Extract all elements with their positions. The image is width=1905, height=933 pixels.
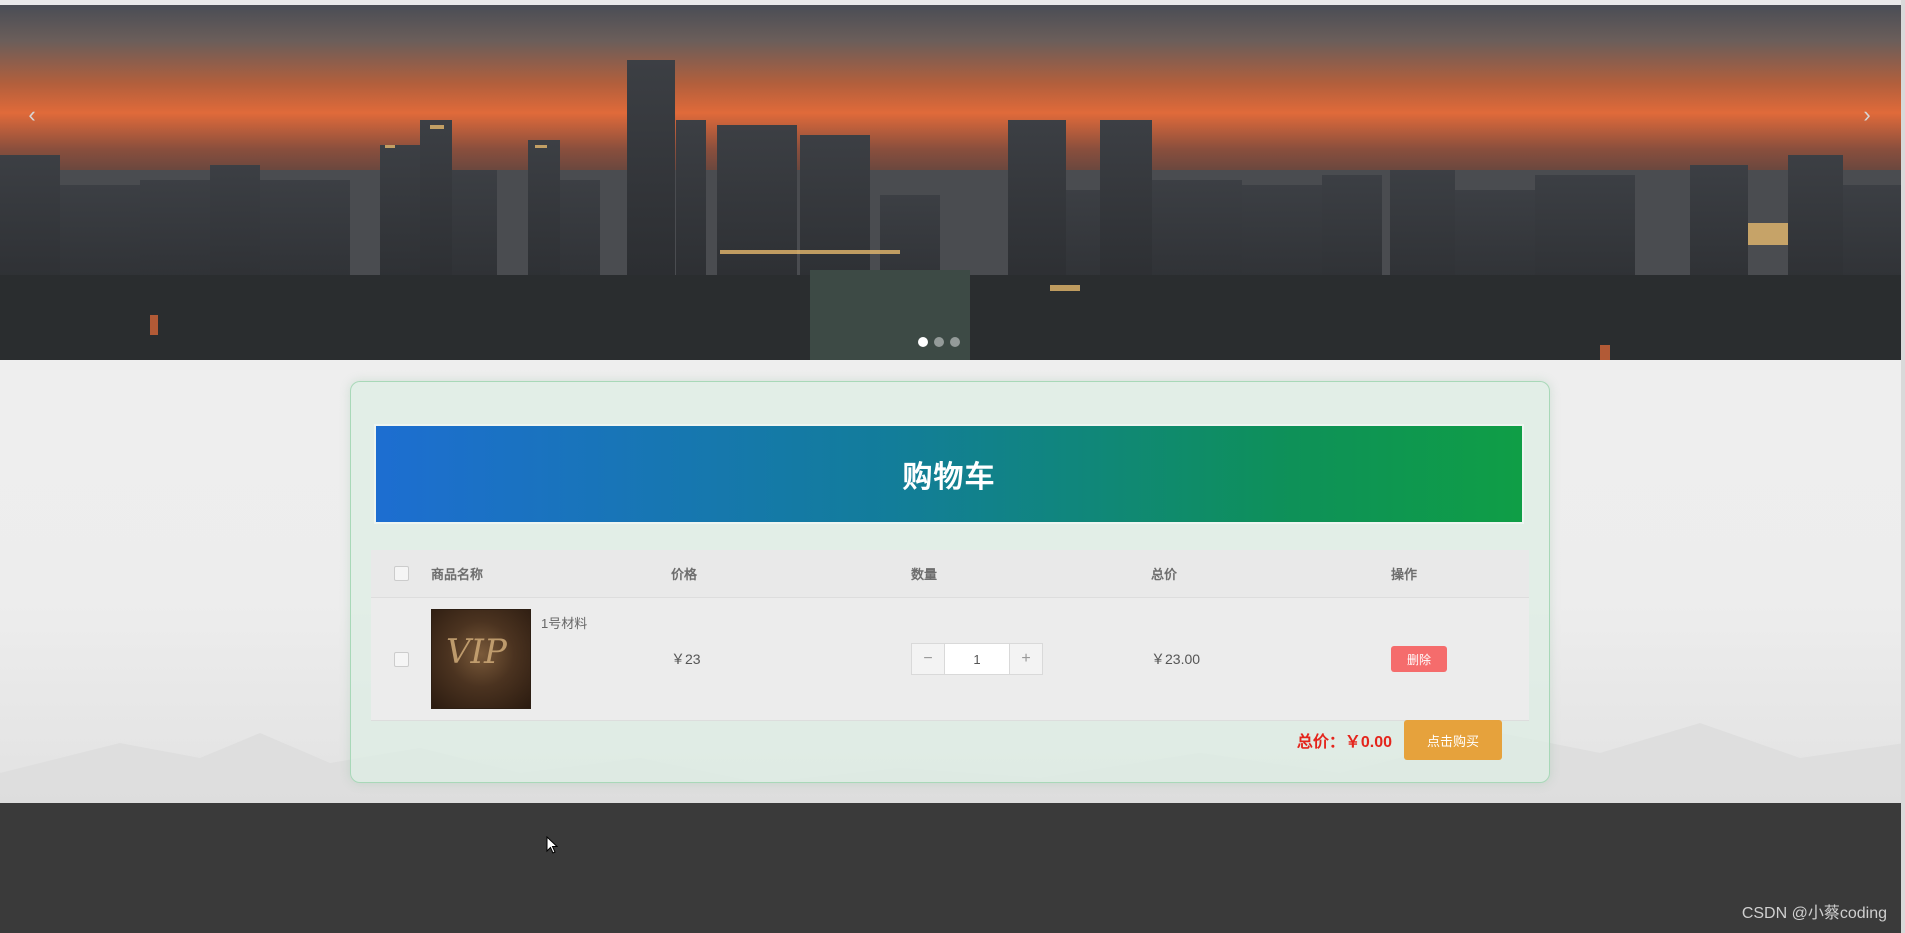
delete-button[interactable]: 删除 — [1391, 646, 1447, 672]
carousel-dot[interactable] — [918, 337, 928, 347]
footer: CSDN @小蔡coding — [0, 803, 1905, 933]
carousel-indicators — [918, 337, 960, 347]
column-header-total: 总价 — [1151, 567, 1178, 582]
quantity-decrease-button[interactable]: − — [912, 644, 945, 674]
quantity-stepper: − + — [911, 643, 1043, 675]
carousel-dot[interactable] — [950, 337, 960, 347]
mouse-cursor-icon — [546, 836, 558, 854]
column-header-quantity: 数量 — [911, 567, 938, 582]
carousel-prev-button[interactable]: ‹ — [20, 103, 44, 127]
item-total: ￥23.00 — [1151, 651, 1201, 667]
column-header-actions: 操作 — [1391, 567, 1418, 582]
carousel-dot[interactable] — [934, 337, 944, 347]
column-header-name: 商品名称 — [431, 567, 484, 582]
column-header-price: 价格 — [671, 567, 698, 582]
item-checkbox[interactable] — [393, 651, 409, 667]
scrollbar[interactable] — [1901, 0, 1905, 933]
banner-carousel: ‹ › — [0, 0, 1905, 365]
carousel-next-button[interactable]: › — [1855, 103, 1879, 127]
product-name[interactable]: 1号材料 — [541, 613, 587, 632]
buy-button[interactable]: 点击购买 — [1404, 720, 1502, 760]
cart-summary: 总价：￥0.00 点击购买 — [351, 720, 1526, 760]
quantity-input[interactable] — [945, 644, 1009, 674]
select-all-checkbox[interactable] — [393, 566, 409, 581]
cart-table-header: 商品名称 价格 数量 总价 操作 — [371, 550, 1529, 598]
city-skyline-image — [0, 60, 1905, 365]
product-image[interactable]: VIP — [431, 609, 531, 709]
cart-table: 商品名称 价格 数量 总价 操作 VIP 1号材料 ￥23 − 1 + ￥23.… — [371, 550, 1529, 721]
grand-total: 总价：￥0.00 — [1296, 734, 1392, 751]
cart-item-row: VIP 1号材料 ￥23 − + ￥23.00 删除 — [371, 598, 1529, 721]
cart-panel: 购物车 商品名称 价格 数量 总价 操作 VIP 1号材料 ￥23 − 1 + … — [350, 381, 1550, 783]
watermark: CSDN @小蔡coding — [1741, 905, 1887, 922]
product-image-logo: VIP — [446, 632, 507, 672]
cart-title: 购物车 — [374, 424, 1524, 524]
product-price: ￥23 — [671, 651, 701, 667]
quantity-increase-button[interactable]: + — [1009, 644, 1042, 674]
